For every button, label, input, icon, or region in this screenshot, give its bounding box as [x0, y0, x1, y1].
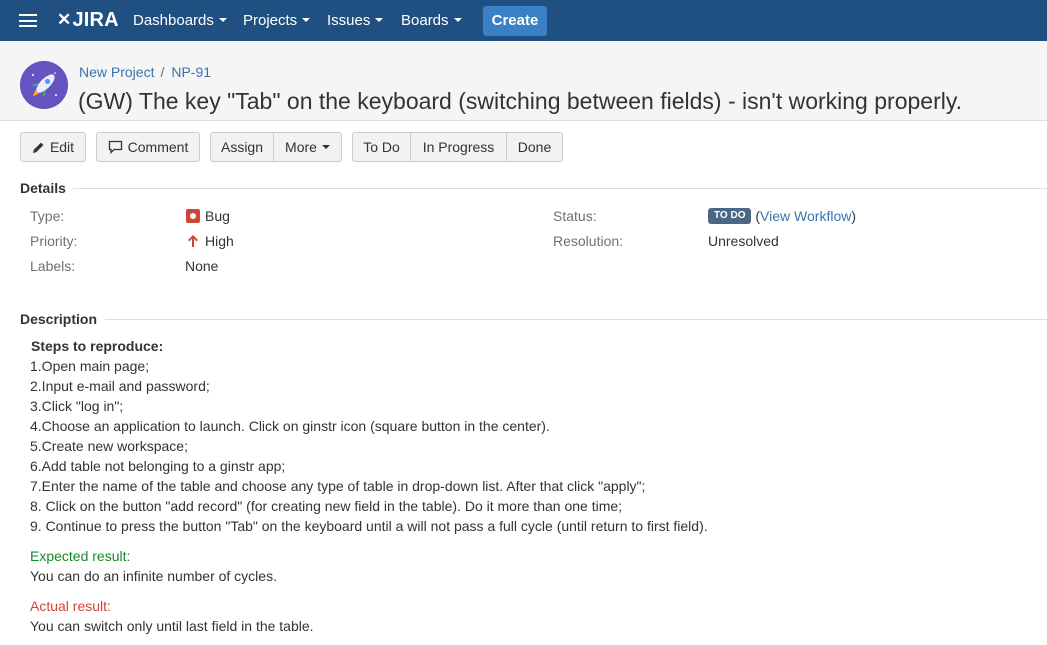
- step-item: 2.Input e-mail and password;: [30, 378, 210, 394]
- project-avatar[interactable]: [20, 61, 68, 109]
- chevron-down-icon: [321, 145, 330, 150]
- create-button[interactable]: Create: [483, 6, 547, 36]
- nav-boards[interactable]: Boards: [401, 12, 462, 30]
- status-badge: TO DO: [708, 207, 752, 224]
- todo-transition-button[interactable]: To Do: [352, 132, 411, 162]
- issue-summary: (GW) The key "Tab" on the keyboard (swit…: [78, 88, 963, 114]
- status-value: TO DO (View Workflow): [708, 207, 856, 225]
- comment-icon: [108, 141, 122, 155]
- arrow-up-icon: [188, 234, 198, 247]
- step-item: 6.Add table not belonging to a ginstr ap…: [30, 458, 286, 474]
- step-item: 1.Open main page;: [30, 358, 150, 374]
- step-item: 8. Click on the button "add record" (for…: [30, 498, 623, 514]
- nav-projects[interactable]: Projects: [243, 12, 311, 30]
- description-body: Steps to reproduce: 1.Open main page; 2.…: [30, 336, 708, 636]
- nav-issues-label: Issues: [327, 12, 371, 29]
- actual-result-label: Actual result:: [30, 598, 111, 614]
- type-value-text: Bug: [205, 208, 230, 224]
- details-divider: [73, 188, 1047, 189]
- chevron-down-icon: [302, 18, 311, 23]
- bug-icon: [186, 208, 200, 223]
- nav-boards-label: Boards: [401, 12, 449, 29]
- more-button-label: More: [285, 139, 317, 155]
- expected-result-text: You can do an infinite number of cycles.: [30, 568, 277, 584]
- issue-header: New Project / NP-91 (GW) The key "Tab" on …: [0, 41, 1047, 121]
- view-workflow-link[interactable]: View Workflow: [760, 208, 851, 224]
- comment-button-label: Comment: [127, 139, 189, 155]
- type-value: Bug: [186, 207, 230, 225]
- jira-logo[interactable]: ✕ JIRA: [57, 9, 119, 31]
- chevron-down-icon: [375, 18, 384, 23]
- pencil-icon: [32, 142, 44, 153]
- actual-result-text: You can switch only until last field in …: [30, 618, 314, 634]
- step-item: 9. Continue to press the button "Tab" on…: [30, 518, 708, 534]
- assign-button[interactable]: Assign: [210, 132, 274, 162]
- resolution-label: Resolution:: [553, 233, 624, 249]
- breadcrumb-project-link[interactable]: New Project: [79, 64, 154, 80]
- chevron-down-icon: [218, 18, 227, 23]
- step-item: 5.Create new workspace;: [30, 438, 188, 454]
- priority-value: High: [186, 232, 234, 250]
- jira-logo-text: JIRA: [72, 8, 119, 31]
- expected-result-label: Expected result:: [30, 548, 131, 564]
- view-workflow-paren-close: ): [851, 208, 857, 224]
- labels-value: None: [185, 258, 219, 274]
- in-progress-transition-button[interactable]: In Progress: [410, 132, 507, 162]
- more-button[interactable]: More: [273, 132, 342, 162]
- comment-button[interactable]: Comment: [96, 132, 200, 162]
- status-label: Status:: [553, 208, 597, 224]
- breadcrumb: New Project / NP-91: [79, 63, 211, 81]
- steps-heading: Steps to reproduce:: [31, 338, 164, 354]
- done-transition-button[interactable]: Done: [506, 132, 563, 162]
- step-item: 3.Click "log in";: [30, 398, 124, 414]
- edit-button[interactable]: Edit: [20, 132, 86, 162]
- top-navigation-bar: ✕ JIRA Dashboards Projects Issues Boards …: [0, 0, 1047, 41]
- rocket-icon: [20, 61, 68, 109]
- type-label: Type:: [30, 208, 65, 224]
- nav-dashboards-label: Dashboards: [133, 12, 214, 29]
- menu-icon[interactable]: [19, 14, 37, 27]
- description-divider: [105, 319, 1047, 320]
- nav-dashboards[interactable]: Dashboards: [133, 12, 227, 30]
- nav-issues[interactable]: Issues: [327, 12, 384, 30]
- resolution-value: Unresolved: [708, 233, 779, 249]
- breadcrumb-issue-key-link[interactable]: NP-91: [171, 64, 211, 80]
- step-item: 7.Enter the name of the table and choose…: [30, 478, 646, 494]
- priority-value-text: High: [205, 233, 234, 249]
- chevron-down-icon: [453, 18, 462, 23]
- nav-projects-label: Projects: [243, 12, 298, 29]
- step-item: 4.Choose an application to launch. Click…: [30, 418, 550, 434]
- description-heading: Description: [20, 311, 98, 327]
- jira-logo-icon: ✕: [57, 10, 72, 29]
- labels-label: Labels:: [30, 258, 76, 274]
- breadcrumb-separator: /: [160, 64, 165, 80]
- details-heading: Details: [20, 180, 66, 196]
- edit-button-label: Edit: [49, 139, 75, 155]
- priority-label: Priority:: [30, 233, 78, 249]
